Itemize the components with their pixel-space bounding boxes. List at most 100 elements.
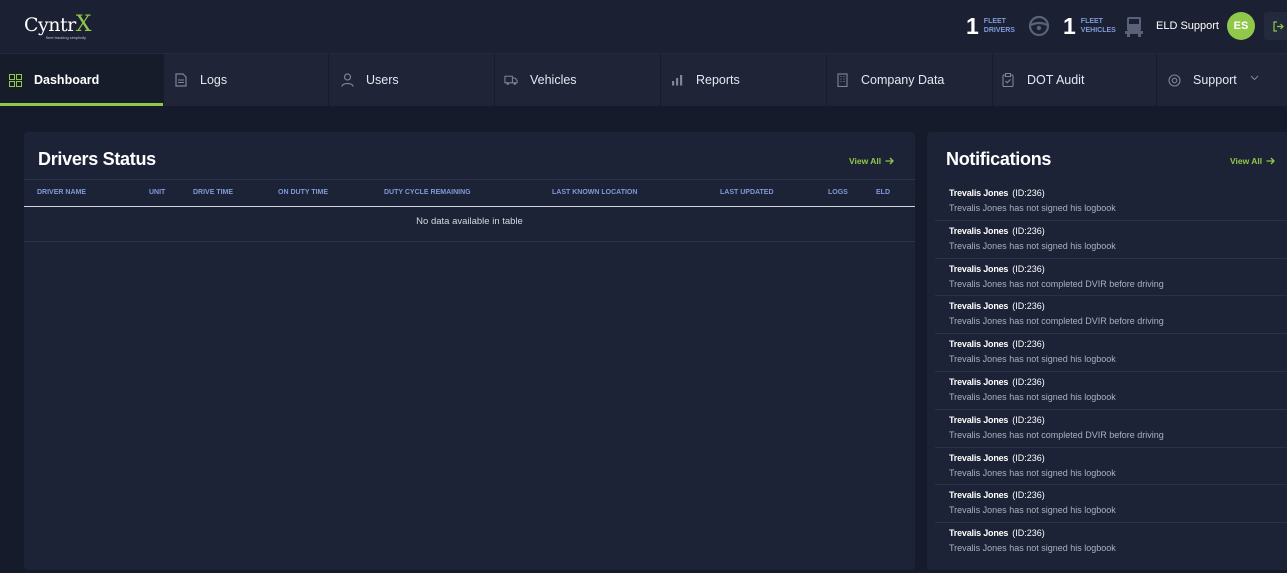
notification-message: Trevalis Jones has not signed his logboo… — [949, 240, 1116, 251]
notification-driver-name: Trevalis Jones — [949, 225, 1009, 236]
fleet-drivers-stat: 1 FLEET DRIVERS — [966, 12, 1015, 40]
brand-logo[interactable]: CyntrX fleet tracking simplicity — [24, 12, 94, 40]
notification-driver-name: Trevalis Jones — [949, 414, 1009, 425]
logo-tagline: fleet tracking simplicity — [46, 35, 87, 40]
notification-message: Trevalis Jones has not completed DVIR be… — [949, 278, 1164, 289]
nav-dashboard[interactable]: Dashboard — [0, 54, 164, 106]
notification-driver-name: Trevalis Jones — [949, 339, 1009, 350]
drivers-view-all-link[interactable]: View All — [849, 156, 895, 166]
arrow-right-icon — [1266, 157, 1276, 165]
fleet-drivers-label: FLEET DRIVERS — [983, 18, 1015, 34]
notification-driver-name: Trevalis Jones — [949, 301, 1009, 312]
notification-driver-id: (ID:236) — [1012, 263, 1045, 274]
notification-driver-id: (ID:236) — [1012, 339, 1045, 350]
col-driver-name[interactable]: DRIVER NAME — [37, 189, 86, 196]
grid-icon — [8, 73, 22, 87]
arrow-right-icon — [885, 157, 895, 165]
top-bar: CyntrX fleet tracking simplicity 1 FLEET… — [0, 0, 1287, 54]
notification-item[interactable]: Trevalis Jones (ID:236) Trevalis Jones ha… — [935, 410, 1287, 448]
user-name[interactable]: ELD Support — [1156, 20, 1219, 32]
notification-driver-name: Trevalis Jones — [949, 376, 1009, 387]
logo-accent: X — [75, 12, 92, 37]
nav-support[interactable]: Support — [1157, 54, 1287, 106]
fleet-drivers-count: 1 — [966, 12, 979, 39]
nav-label: Support — [1193, 73, 1237, 87]
notification-driver-name: Trevalis Jones — [949, 528, 1009, 539]
nav-label: Company Data — [861, 73, 945, 87]
drivers-table-header: DRIVER NAME UNIT DRIVE TIME ON DUTY TIME… — [24, 179, 915, 207]
bar-chart-icon — [670, 73, 684, 87]
notification-driver-id: (ID:236) — [1012, 301, 1045, 312]
notification-driver-name: Trevalis Jones — [949, 263, 1009, 274]
main-nav: Dashboard Logs Users Vehicles Reports Co… — [0, 54, 1287, 106]
logout-button[interactable] — [1264, 12, 1287, 40]
notifications-list: Trevalis Jones (ID:236) Trevalis Jones ha… — [935, 183, 1287, 561]
logo-text: CyntrX — [24, 12, 91, 37]
notification-item[interactable]: Trevalis Jones (ID:236) Trevalis Jones ha… — [935, 183, 1287, 221]
drivers-status-panel: Drivers Status View All DRIVER NAME UNIT… — [24, 132, 915, 570]
nav-dot-audit[interactable]: DOT Audit — [993, 54, 1157, 106]
truck-icon — [504, 73, 518, 87]
fleet-vehicles-stat: 1 FLEET VEHICLES — [1063, 12, 1116, 40]
notification-driver-name: Trevalis Jones — [949, 188, 1009, 198]
nav-label: Dashboard — [34, 73, 100, 87]
col-drive-time[interactable]: DRIVE TIME — [193, 189, 233, 196]
nav-label: Vehicles — [530, 73, 577, 87]
building-icon — [835, 73, 849, 87]
nav-logs[interactable]: Logs — [164, 54, 329, 106]
notification-message: Trevalis Jones has not signed his logboo… — [949, 354, 1116, 365]
view-all-label: View All — [1230, 156, 1263, 166]
notification-driver-name: Trevalis Jones — [949, 452, 1009, 463]
col-on-duty-time[interactable]: ON DUTY TIME — [278, 189, 328, 196]
view-all-label: View All — [849, 156, 882, 166]
col-eld[interactable]: ELD — [876, 189, 890, 196]
logout-icon — [1273, 20, 1284, 32]
nav-label: Logs — [200, 73, 228, 87]
nav-reports[interactable]: Reports — [661, 54, 827, 106]
empty-table-message: No data available in table — [24, 207, 915, 242]
fleet-vehicles-count: 1 — [1063, 12, 1076, 39]
notification-item[interactable]: Trevalis Jones (ID:236) Trevalis Jones ha… — [935, 221, 1287, 259]
fleet-vehicles-label: FLEET VEHICLES — [1080, 18, 1116, 34]
nav-label: Users — [366, 73, 399, 87]
lifebuoy-icon — [1167, 73, 1181, 87]
notification-driver-id: (ID:236) — [1012, 490, 1045, 501]
avatar[interactable]: ES — [1227, 12, 1255, 40]
notification-item[interactable]: Trevalis Jones (ID:236) Trevalis Jones ha… — [935, 448, 1287, 486]
notification-item[interactable]: Trevalis Jones (ID:236) Trevalis Jones ha… — [935, 372, 1287, 410]
col-unit[interactable]: UNIT — [149, 189, 165, 196]
nav-label: Reports — [696, 73, 740, 87]
notification-message: Trevalis Jones has not completed DVIR be… — [949, 429, 1164, 440]
nav-company-data[interactable]: Company Data — [827, 54, 993, 106]
notification-message: Trevalis Jones has not completed DVIR be… — [949, 316, 1164, 327]
notification-message: Trevalis Jones has not signed his logboo… — [949, 467, 1116, 478]
truck-front-icon — [1124, 15, 1146, 37]
notification-item[interactable]: Trevalis Jones (ID:236) Trevalis Jones ha… — [935, 523, 1287, 561]
notification-driver-id: (ID:236) — [1012, 225, 1045, 236]
col-logs[interactable]: LOGS — [828, 189, 848, 196]
notification-message: Trevalis Jones has not signed his logboo… — [949, 203, 1116, 213]
steering-wheel-icon — [1028, 15, 1050, 37]
col-last-updated[interactable]: LAST UPDATED — [720, 189, 774, 196]
clipboard-icon — [1001, 73, 1015, 87]
notifications-view-all-link[interactable]: View All — [1230, 156, 1276, 166]
notification-item[interactable]: Trevalis Jones (ID:236) Trevalis Jones ha… — [935, 296, 1287, 335]
document-icon — [174, 73, 188, 87]
notification-message: Trevalis Jones has not signed his logboo… — [949, 391, 1116, 402]
notification-driver-id: (ID:236) — [1012, 452, 1045, 463]
notifications-title: Notifications — [946, 149, 1052, 169]
notification-item[interactable]: Trevalis Jones (ID:236) Trevalis Jones ha… — [935, 334, 1287, 372]
user-icon — [340, 73, 354, 87]
notification-driver-id: (ID:236) — [1012, 528, 1045, 539]
notification-driver-id: (ID:236) — [1012, 414, 1045, 425]
nav-users[interactable]: Users — [329, 54, 495, 106]
col-duty-cycle-remaining[interactable]: DUTY CYCLE REMAINING — [384, 189, 471, 196]
notification-item[interactable]: Trevalis Jones (ID:236) Trevalis Jones ha… — [935, 485, 1287, 524]
notification-message: Trevalis Jones has not signed his logboo… — [949, 543, 1116, 554]
col-last-known-location[interactable]: LAST KNOWN LOCATION — [552, 189, 637, 196]
notification-item[interactable]: Trevalis Jones (ID:236) Trevalis Jones ha… — [935, 259, 1287, 297]
notification-driver-id: (ID:236) — [1012, 188, 1045, 198]
drivers-status-title: Drivers Status — [38, 149, 156, 169]
chevron-down-icon — [1250, 75, 1259, 81]
nav-vehicles[interactable]: Vehicles — [495, 54, 661, 106]
